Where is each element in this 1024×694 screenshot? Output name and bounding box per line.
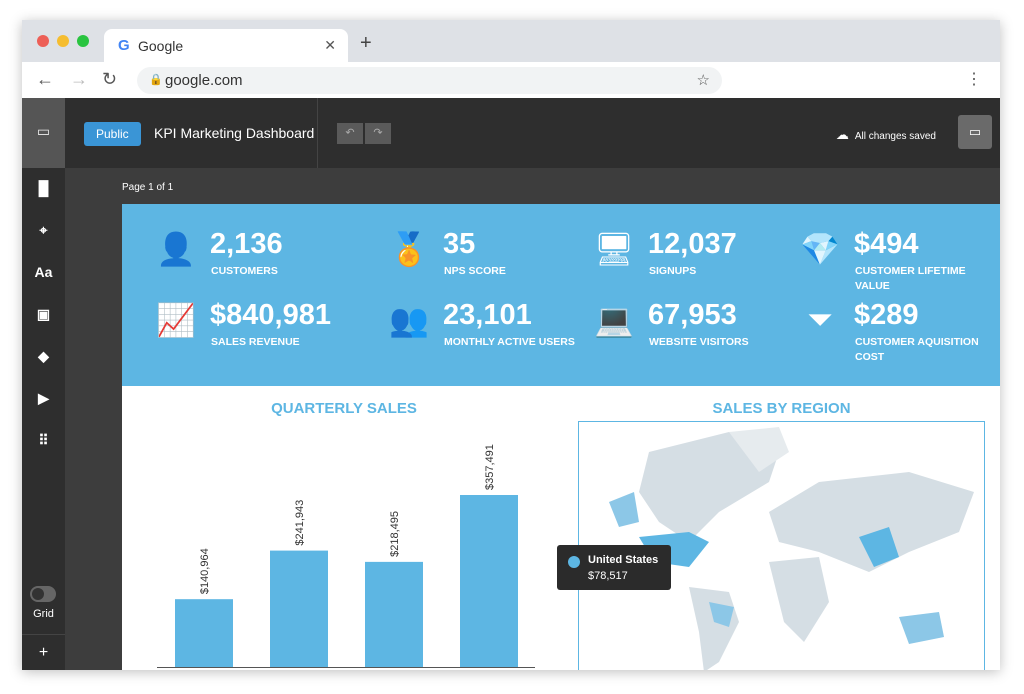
alaska: [609, 492, 639, 527]
bar-data-label: $241,943: [294, 500, 306, 546]
kpi-value: $840,981: [210, 299, 331, 331]
save-status-text: All changes saved: [854, 131, 936, 142]
map-pin-icon[interactable]: ⌖: [22, 222, 65, 239]
diamond-icon: 💎: [800, 231, 840, 267]
signup-monitor-icon: 🖥: [593, 231, 635, 267]
kpi-label: MONTHLY ACTIVE USERS: [444, 336, 575, 348]
australia: [899, 612, 944, 644]
browser-tab[interactable]: G Google ✕: [104, 29, 348, 62]
shapes-icon[interactable]: ◆: [22, 348, 65, 365]
undo-button[interactable]: ↶: [337, 123, 363, 144]
present-button[interactable]: ▭: [958, 115, 992, 149]
kpi-label: NPS SCORE: [444, 265, 506, 277]
kpi-band: 👤 2,136 CUSTOMERS 🏅 35 NPS SCORE 🖥 12,037 SIGN…: [122, 204, 1000, 386]
africa: [769, 557, 829, 642]
quarterly-sales-chart: $140,964 $241,943 $218,495 $357,491: [157, 444, 535, 668]
map-tooltip: United States $78,517: [557, 545, 671, 590]
kpi-label: CUSTOMER LIFETIME VALUE: [855, 265, 966, 292]
reload-icon[interactable]: ↻: [102, 69, 117, 90]
sales-by-region-title: SALES BY REGION: [712, 400, 851, 417]
funnel-icon: ⏷: [807, 301, 833, 337]
grid-toggle[interactable]: [30, 586, 56, 602]
app-header: ▭ Public KPI Marketing Dashboard ↶ ↷ ☁ Al…: [22, 98, 1000, 168]
new-tab-icon[interactable]: +: [360, 32, 372, 55]
laptop-globe-icon: 💻: [594, 302, 634, 338]
dashboard-title[interactable]: KPI Marketing Dashboard: [154, 125, 314, 141]
chart-icon[interactable]: ▐▌: [22, 180, 65, 196]
grid-label: Grid: [33, 608, 54, 620]
kpi-value: $289: [854, 299, 919, 331]
divider: [317, 98, 318, 168]
sidebar: ▐▌ ⌖ Aa ▣ ◆ ▶ ⠿ Grid +: [22, 168, 65, 670]
bookmark-star-icon[interactable]: ☆: [697, 71, 710, 89]
tab-title: Google: [138, 38, 184, 54]
kpi-label: CUSTOMER AQUISITION COST: [855, 336, 979, 363]
revenue-growth-icon: 📈: [156, 302, 196, 338]
google-icon: G: [118, 37, 130, 54]
tab-bar: G Google ✕ +: [22, 20, 1000, 62]
bar-data-label: $140,964: [199, 548, 211, 594]
bar-q2[interactable]: [270, 550, 328, 667]
south-america: [689, 587, 739, 670]
kpi-value: 23,101: [443, 299, 532, 331]
lock-icon: 🔒: [149, 74, 163, 86]
kpi-value: 35: [443, 228, 476, 260]
kpi-label: SALES REVENUE: [211, 336, 300, 348]
kpi-label: CUSTOMERS: [211, 265, 278, 277]
save-status: ☁ All changes saved: [836, 127, 936, 143]
quarterly-sales-title: QUARTERLY SALES: [271, 400, 417, 417]
kpi-label: SIGNUPS: [649, 265, 697, 277]
public-button[interactable]: Public: [84, 122, 141, 146]
minimize-window-button[interactable]: [57, 35, 69, 47]
page-indicator: Page 1 of 1: [122, 182, 174, 193]
tooltip-value: $78,517: [588, 570, 628, 582]
more-menu-icon[interactable]: ⋮: [966, 69, 982, 89]
bar-q4[interactable]: [460, 495, 518, 667]
bar-data-label: $218,495: [389, 511, 401, 557]
kpi-label: WEBSITE VISITORS: [649, 336, 749, 348]
url-text: google.com: [165, 72, 243, 89]
close-window-button[interactable]: [37, 35, 49, 47]
users-group-icon: 👥: [389, 302, 429, 338]
url-input[interactable]: 🔒 google.com ☆: [137, 67, 722, 94]
bar-q1[interactable]: [175, 599, 233, 667]
add-icon[interactable]: +: [22, 634, 65, 670]
kpi-value: $494: [854, 228, 919, 260]
kpi-value: 67,953: [648, 299, 737, 331]
customer-icon: 👤: [156, 231, 196, 267]
address-bar: ← → ↻ 🔒 google.com ☆ ⋮: [22, 62, 1000, 98]
kpi-value: 12,037: [648, 228, 737, 260]
browser-window: G Google ✕ + ← → ↻ 🔒 google.com ☆ ⋮ ▭ Pu…: [22, 20, 1000, 670]
inbox-icon[interactable]: ▭: [22, 98, 65, 168]
maximize-window-button[interactable]: [77, 35, 89, 47]
bar-q3[interactable]: [365, 561, 423, 667]
redo-button[interactable]: ↷: [365, 123, 391, 144]
medal-icon: 🏅: [389, 231, 429, 267]
close-tab-icon[interactable]: ✕: [324, 37, 336, 54]
forward-icon[interactable]: →: [70, 69, 88, 90]
back-icon[interactable]: ←: [36, 69, 54, 90]
legend-dot: [568, 556, 580, 568]
tooltip-country: United States: [588, 554, 659, 566]
cloud-check-icon: ☁: [835, 127, 849, 142]
bar-data-label: $357,491: [484, 444, 496, 490]
image-icon[interactable]: ▣: [22, 306, 65, 323]
dashboard-canvas: 👤 2,136 CUSTOMERS 🏅 35 NPS SCORE 🖥 12,037 SIGN…: [122, 204, 1000, 670]
kpi-value: 2,136: [210, 228, 283, 260]
text-icon[interactable]: Aa: [22, 264, 65, 280]
video-icon[interactable]: ▶: [22, 390, 65, 407]
apps-grid-icon[interactable]: ⠿: [22, 432, 65, 449]
